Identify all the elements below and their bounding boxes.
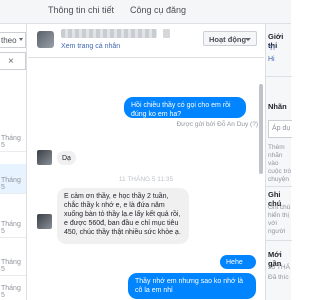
- chevron-down-icon: [19, 38, 23, 41]
- intro-line: Tỉ: [269, 45, 275, 52]
- status-label: Hoạt động: [209, 35, 247, 44]
- chat-panel: Xem trang cá nhân Hoạt động Hồi chiều th…: [28, 24, 264, 300]
- sent-by-note: Được gửi bởi Đỗ An Duy (?): [176, 121, 258, 128]
- divider: [266, 76, 292, 77]
- chat-header: Xem trang cá nhân Hoạt động: [28, 24, 264, 58]
- tab-insights[interactable]: Thông tin chi tiết: [48, 5, 114, 15]
- list-item[interactable]: Tháng 5: [0, 208, 26, 238]
- incoming-message: Dạ: [57, 151, 76, 165]
- labels-description: Thêm nhãn vào cuộc trò chuyện: [268, 144, 292, 183]
- clear-search-icon[interactable]: ×: [8, 56, 14, 67]
- avatar[interactable]: [37, 31, 54, 48]
- conversation-list: theo × Tháng 5 Tháng 5 Tháng 5 Tháng 5 T…: [0, 24, 27, 300]
- notes-description: Ghi chú hiển thị với người: [268, 204, 291, 235]
- labels-heading: Nhãn: [268, 102, 287, 111]
- conversation-date: Tháng 5: [1, 259, 21, 273]
- incoming-message: E cảm ơn thầy, e học thầy 2 tuần, chắc t…: [57, 188, 189, 244]
- list-item[interactable]: Tháng 5: [0, 164, 26, 194]
- search-input[interactable]: ×: [0, 52, 26, 70]
- status-dropdown[interactable]: Hoạt động: [203, 31, 257, 46]
- timestamp: 11 THÁNG 5 11:35: [118, 176, 174, 183]
- outgoing-message: Hehe: [220, 255, 256, 269]
- intro-link[interactable]: Hi: [268, 56, 275, 63]
- conversation-date: Tháng 5: [1, 285, 21, 299]
- list-item[interactable]: Tháng 5: [0, 272, 26, 300]
- recent-activity: Đã thíc: [268, 274, 289, 281]
- blurred-contact-name: [61, 29, 170, 38]
- outgoing-message: Hồi chiều thầy có gọi cho em rồi đúng ko…: [124, 97, 246, 118]
- filter-dropdown[interactable]: theo: [0, 32, 26, 48]
- top-nav: Thông tin chi tiết Công cụ đăng: [0, 0, 291, 24]
- divider: [266, 240, 292, 241]
- scrollbar[interactable]: [259, 84, 263, 174]
- view-profile-link[interactable]: Xem trang cá nhân: [61, 43, 120, 50]
- chevron-down-icon: [245, 38, 251, 41]
- tab-publishing-tools[interactable]: Công cụ đăng: [130, 5, 186, 15]
- list-item[interactable]: Tháng 5: [0, 122, 26, 152]
- avatar: [37, 150, 52, 165]
- conversation-date: Tháng 5: [1, 221, 21, 235]
- details-sidebar: Giới thi Tỉ Hi Nhãn Áp dụ Thêm nhãn vào …: [265, 24, 292, 300]
- outgoing-message: Thầy nhớ em nhưng sao ko nhớ là cô la em…: [128, 273, 256, 299]
- avatar: [37, 214, 52, 229]
- label-placeholder: Áp dụ: [272, 125, 291, 132]
- divider: [266, 186, 292, 187]
- filter-label: theo: [1, 36, 17, 45]
- conversation-date: Tháng 5: [1, 135, 21, 149]
- recent-date: 25 THÁ: [268, 264, 290, 271]
- message-thread: Hồi chiều thầy có gọi cho em rồi đúng ko…: [28, 59, 264, 300]
- label-input[interactable]: Áp dụ: [268, 120, 292, 138]
- conversation-date: Tháng 5: [1, 177, 21, 191]
